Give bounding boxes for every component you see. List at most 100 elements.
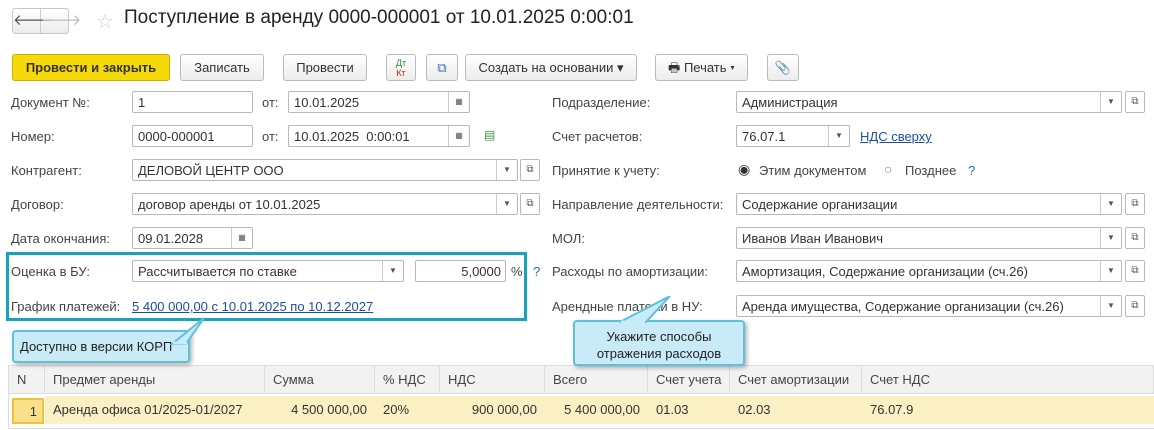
col-n[interactable]: N <box>9 366 45 394</box>
end-date-input[interactable]: 09.01.2028 ▦ <box>132 227 253 249</box>
post-close-button[interactable]: Провести и закрыть <box>12 54 170 81</box>
from-label: от: <box>262 95 279 110</box>
cell-n[interactable]: 1 <box>12 398 44 424</box>
col-subject[interactable]: Предмет аренды <box>45 366 265 394</box>
dropdown-icon[interactable]: ▼ <box>1100 296 1121 316</box>
printer-icon: 🖶 <box>668 60 681 75</box>
calendar-icon[interactable]: ▦ <box>231 228 252 248</box>
open-icon[interactable]: ⧉ <box>1125 295 1145 317</box>
doc-no-label: Документ №: <box>11 95 90 110</box>
counterparty-label: Контрагент: <box>11 163 82 178</box>
back-arrow-icon[interactable]: 🡐 <box>13 9 53 33</box>
valuation-select[interactable]: Рассчитывается по ставке ▼ <box>132 260 404 282</box>
radio-later[interactable]: ○ <box>884 161 892 177</box>
number-date-input[interactable]: 10.01.2025 0:00:01 ▦ <box>288 125 470 147</box>
calendar-icon[interactable]: ▦ <box>448 126 469 146</box>
rent-nu-input[interactable]: Аренда имущества, Содержание организации… <box>736 295 1122 317</box>
help-icon[interactable]: ? <box>533 264 540 279</box>
radio-this-document[interactable]: ◉ <box>738 161 750 178</box>
doc-date-input[interactable]: 10.01.2025 ▦ <box>288 91 470 113</box>
cell-vat[interactable]: 900 000,00 <box>440 396 545 424</box>
cell-subject[interactable]: Аренда офиса 01/2025-01/2027 <box>45 396 265 424</box>
dt-icon: Дт <box>395 58 407 68</box>
expenses-callout-line2: отражения расходов <box>596 346 722 361</box>
expenses-callout-pointer <box>619 296 671 324</box>
cell-vat-rate[interactable]: 20% <box>375 396 440 424</box>
account-input[interactable]: 76.07.1 ▼ <box>736 125 850 147</box>
page-title: Поступление в аренду 0000-000001 от 10.0… <box>124 7 634 28</box>
acceptance-opt1-label: Этим документом <box>759 163 867 178</box>
cell-total[interactable]: 5 400 000,00 <box>545 396 648 424</box>
edit-check-icon[interactable]: ▤ <box>484 128 495 142</box>
col-vat-rate[interactable]: % НДС <box>375 366 440 394</box>
star-icon[interactable]: ☆ <box>96 9 114 34</box>
open-icon[interactable]: ⧉ <box>520 193 540 215</box>
expenses-callout: Укажите способы отражения расходов <box>573 320 745 366</box>
mol-label: МОЛ: <box>552 231 585 246</box>
contract-label: Договор: <box>11 197 64 212</box>
dropdown-icon[interactable]: ▼ <box>382 261 403 281</box>
col-sum[interactable]: Сумма <box>265 366 375 394</box>
open-icon[interactable]: ⧉ <box>1125 227 1145 249</box>
number-input[interactable]: 0000-000001 <box>132 125 253 147</box>
create-based-button[interactable]: Создать на основании ▾ <box>465 54 637 81</box>
rent-nu-value: Аренда имущества, Содержание организации… <box>742 299 1064 314</box>
dropdown-icon[interactable]: ▼ <box>1100 261 1121 281</box>
schedule-label: График платежей: <box>11 299 121 314</box>
account-label: Счет расчетов: <box>552 129 643 144</box>
vat-on-top-link[interactable]: НДС сверху <box>860 129 932 144</box>
mol-input[interactable]: Иванов Иван Иванович ▼ <box>736 227 1122 249</box>
amort-label: Расходы по амортизации: <box>552 264 709 279</box>
help-icon[interactable]: ? <box>968 163 975 178</box>
col-account[interactable]: Счет учета <box>648 366 730 394</box>
calendar-icon[interactable]: ▦ <box>448 92 469 112</box>
activity-value: Содержание организации <box>742 197 898 212</box>
kt-icon: Кт <box>396 68 406 78</box>
forward-arrow-icon[interactable]: 🡒 <box>41 9 81 33</box>
dropdown-icon[interactable]: ▼ <box>828 126 849 146</box>
col-amort-account[interactable]: Счет амортизации <box>730 366 862 394</box>
end-date-value: 09.01.2028 <box>138 231 204 246</box>
rate-input[interactable]: 5,0000 <box>415 260 506 282</box>
account-value: 76.07.1 <box>742 129 786 144</box>
division-value: Администрация <box>742 95 838 110</box>
post-button[interactable]: Провести <box>283 54 367 81</box>
counterparty-input[interactable]: ДЕЛОВОЙ ЦЕНТР ООО ▼ <box>132 159 518 181</box>
doc-no-input[interactable]: 1 <box>132 91 253 113</box>
col-vat-account[interactable]: Счет НДС <box>862 366 1154 394</box>
dropdown-icon[interactable]: ▼ <box>1100 228 1121 248</box>
col-total[interactable]: Всего <box>545 366 648 394</box>
valuation-value: Рассчитывается по ставке <box>138 264 297 279</box>
amort-input[interactable]: Амортизация, Содержание организации (сч.… <box>736 260 1122 282</box>
col-vat[interactable]: НДС <box>440 366 545 394</box>
save-button[interactable]: Записать <box>180 54 264 81</box>
schedule-link[interactable]: 5 400 000,00 с 10.01.2025 по 10.12.2027 <box>132 299 373 314</box>
create-based-label: Создать на основании <box>478 60 614 75</box>
structure-icon[interactable]: ⧉ <box>426 54 458 81</box>
dropdown-icon[interactable]: ▼ <box>1100 92 1121 112</box>
dropdown-icon[interactable]: ▼ <box>496 160 517 180</box>
division-input[interactable]: Администрация ▼ <box>736 91 1122 113</box>
dropdown-icon[interactable]: ▼ <box>1100 194 1121 214</box>
acceptance-label: Принятие к учету: <box>552 163 660 178</box>
dropdown-icon[interactable]: ▼ <box>496 194 517 214</box>
amort-value: Амортизация, Содержание организации (сч.… <box>742 264 1028 279</box>
print-label: Печать <box>683 60 727 75</box>
open-icon[interactable]: ⧉ <box>1125 91 1145 113</box>
end-date-label: Дата окончания: <box>11 231 110 246</box>
paperclip-icon[interactable]: 📎 <box>767 54 799 81</box>
dtkt-button[interactable]: Дт Кт <box>386 54 416 81</box>
cell-amort-account[interactable]: 02.03 <box>730 396 862 424</box>
contract-input[interactable]: договор аренды от 10.01.2025 ▼ <box>132 193 518 215</box>
cell-account[interactable]: 01.03 <box>648 396 730 424</box>
cell-vat-account[interactable]: 76.07.9 <box>862 396 1154 424</box>
open-icon[interactable]: ⧉ <box>1125 193 1145 215</box>
cell-sum[interactable]: 4 500 000,00 <box>265 396 375 424</box>
open-icon[interactable]: ⧉ <box>1125 260 1145 282</box>
activity-input[interactable]: Содержание организации ▼ <box>736 193 1122 215</box>
korp-callout: Доступно в версии КОРП <box>12 330 190 363</box>
print-button[interactable]: 🖶 Печать ▾ <box>655 54 748 81</box>
expenses-callout-line1: Укажите способы <box>606 329 712 344</box>
from-label-2: от: <box>262 129 279 144</box>
open-icon[interactable]: ⧉ <box>520 159 540 181</box>
